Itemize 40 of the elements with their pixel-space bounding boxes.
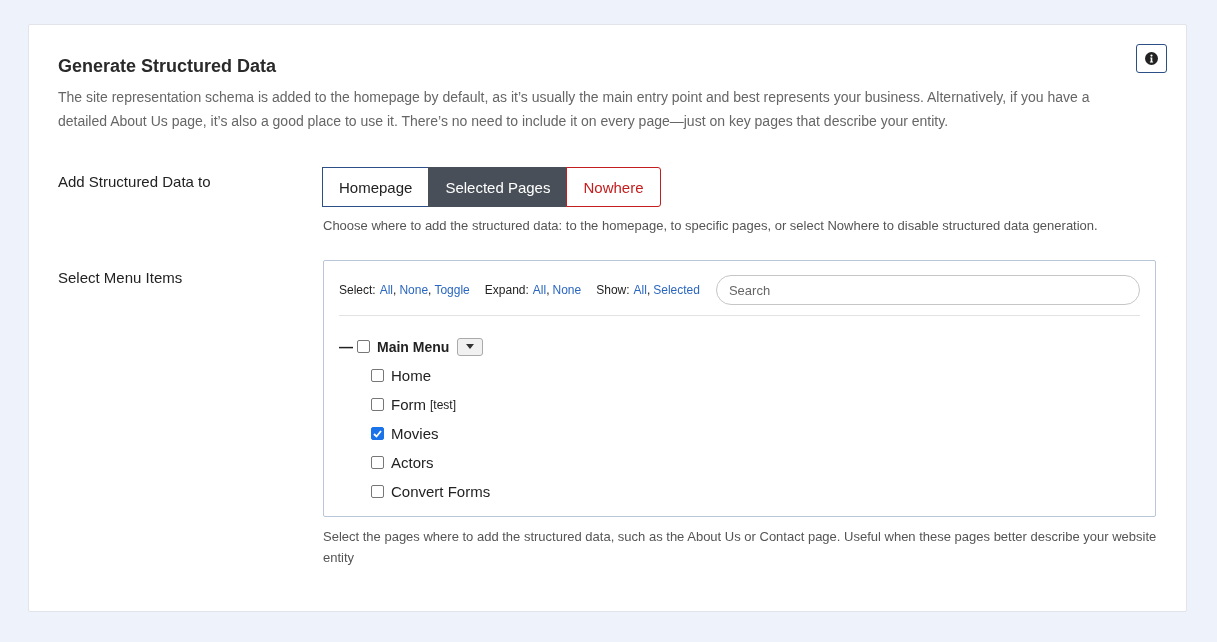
comma-separator: , (393, 283, 397, 297)
help-text: Select the pages where to add the structured data, such as the About Us or Contact page. Useful when these pages better describe your website entity (323, 528, 1158, 567)
comma-separator: , (546, 283, 550, 297)
toolbar-link[interactable]: Toggle (434, 283, 470, 297)
item-note: [test] (430, 397, 456, 412)
menu-item-label[interactable]: Form (391, 396, 426, 413)
info-button[interactable] (1136, 44, 1167, 73)
toolbar-label: Select: (339, 283, 376, 297)
checkbox[interactable] (357, 340, 370, 353)
panel-description: The site representation schema is added to the homepage by default, as it’s usually the main entry point and best represents your business. Alternatively, if you have a detailed About Us page, it’s also a good place to use it. There’s no need to include it on every page—just on key pages that describe your entity. (58, 88, 1091, 131)
menu-item-label[interactable]: Home (391, 367, 431, 384)
menu-item-label[interactable]: Movies (391, 425, 439, 442)
search-field[interactable]: Search (715, 275, 1140, 305)
info-icon (1145, 52, 1158, 65)
toolbar-link[interactable]: All (633, 283, 647, 297)
checkbox[interactable] (371, 427, 384, 440)
collapse-toggle[interactable]: — (339, 338, 357, 355)
toolbar-link[interactable]: All (379, 283, 394, 297)
option-button[interactable]: Selected Pages (428, 167, 568, 207)
comma-separator: , (646, 283, 651, 297)
menu-item-label[interactable]: Main Menu (377, 338, 450, 355)
help-text: Choose where to add the structured data: to the homepage, to specific pages, or select Nowhere to disable structured data generation. (323, 217, 1099, 235)
field-label: Select Menu Items (58, 268, 184, 288)
menu-item-label[interactable]: Convert Forms (391, 483, 491, 500)
checkbox[interactable] (371, 369, 384, 382)
option-button[interactable]: Homepage (322, 167, 430, 207)
panel-title: Generate Structured Data (58, 55, 277, 77)
toolbar-label: Show: (596, 283, 630, 297)
caret-down-icon (466, 344, 475, 349)
dropdown-button[interactable] (457, 337, 484, 356)
checkbox[interactable] (371, 398, 384, 411)
toolbar-link[interactable]: None (552, 283, 582, 297)
menu-item-label[interactable]: Actors (391, 454, 434, 471)
checkbox[interactable] (371, 456, 384, 469)
field-label: Add Structured Data to (58, 172, 212, 192)
option-button[interactable]: Nowhere (566, 167, 661, 207)
comma-separator: , (428, 283, 432, 297)
checkbox[interactable] (371, 485, 384, 498)
toolbar-link[interactable]: Selected (653, 283, 700, 297)
toolbar-label: Expand: (484, 283, 529, 297)
